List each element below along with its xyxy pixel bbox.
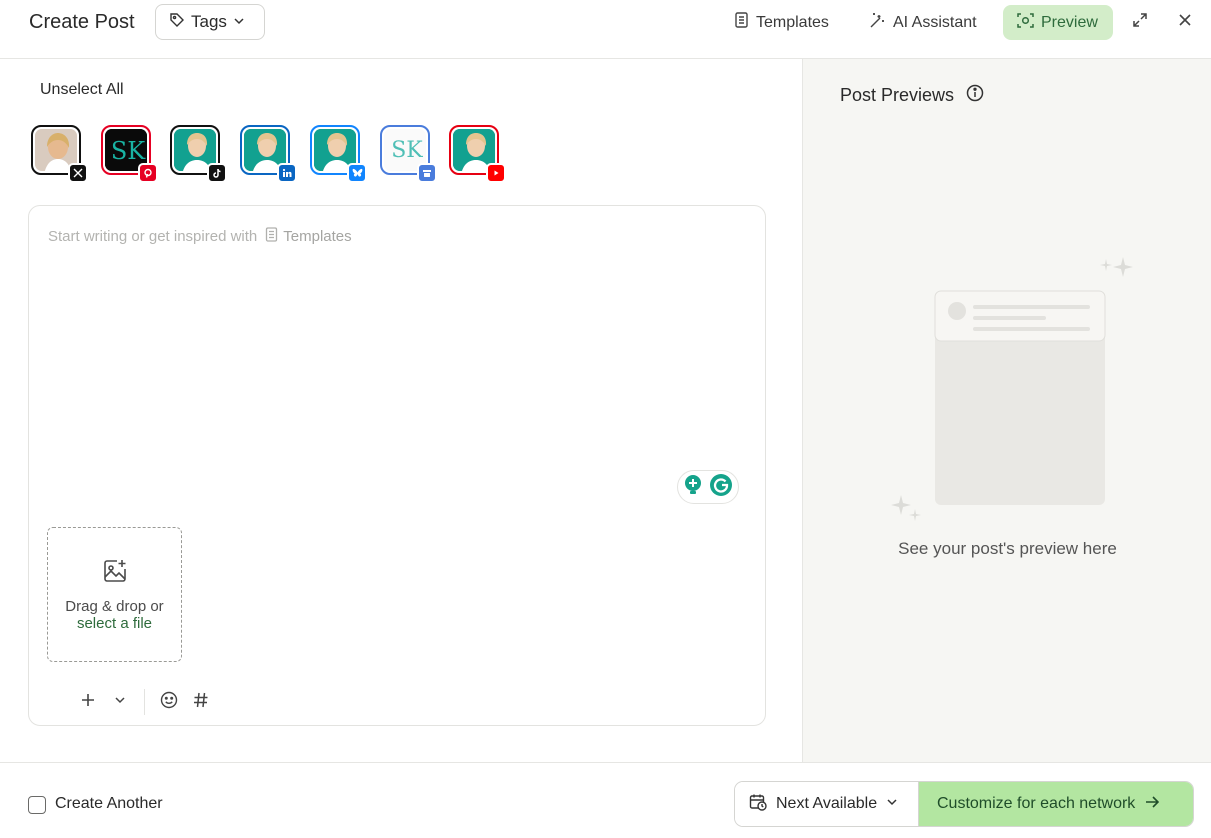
calendar-clock-icon	[749, 793, 767, 816]
placeholder-text: Start writing or get inspired with	[48, 228, 258, 245]
add-dropdown-button[interactable]	[108, 690, 132, 714]
tiktok-icon	[207, 163, 227, 183]
preview-empty-caption: See your post's preview here	[898, 539, 1117, 558]
composer-panel: Unselect All SK SK Start writing or get …	[0, 59, 802, 762]
x-icon	[68, 163, 88, 183]
account-avatar-youtube[interactable]	[449, 125, 506, 183]
dropzone-text: Drag & drop or	[65, 597, 164, 615]
emoji-icon	[160, 691, 178, 714]
expand-button[interactable]	[1129, 11, 1151, 33]
preview-button[interactable]: Preview	[1003, 5, 1113, 40]
toolbar-divider	[144, 689, 145, 715]
customize-label: Customize for each network	[937, 795, 1136, 812]
expand-icon	[1132, 12, 1148, 33]
document-icon	[734, 12, 749, 33]
bluesky-icon	[347, 163, 367, 183]
post-previews-header: Post Previews	[840, 84, 984, 107]
emoji-button[interactable]	[157, 690, 181, 714]
create-another-label[interactable]: Create Another	[55, 795, 163, 813]
preview-icon	[1017, 12, 1034, 34]
post-editor[interactable]: Start writing or get inspired with Templ…	[28, 205, 766, 726]
media-dropzone[interactable]: Drag & drop or select a file	[47, 527, 182, 662]
ai-assistant-label: AI Assistant	[893, 13, 977, 31]
templates-button[interactable]: Templates	[734, 5, 829, 40]
info-icon[interactable]	[966, 84, 984, 107]
templates-link[interactable]: Templates	[265, 227, 352, 246]
unselect-all-button[interactable]: Unselect All	[40, 81, 124, 99]
svg-text:SK: SK	[111, 137, 146, 165]
plus-icon	[81, 693, 95, 712]
google-business-icon	[417, 163, 437, 183]
account-avatar-pinterest[interactable]: SK	[101, 125, 158, 183]
chevron-down-icon	[114, 693, 126, 711]
youtube-icon	[486, 163, 506, 183]
tag-icon	[169, 12, 185, 33]
header: Create Post Tags Templates AI Assistant …	[0, 0, 1211, 59]
linkedin-icon	[277, 163, 297, 183]
footer: Create Another Next Available Customize …	[0, 762, 1211, 838]
pinterest-icon	[138, 163, 158, 183]
page-title: Create Post	[29, 11, 135, 33]
close-icon	[1178, 13, 1192, 32]
svg-text:SK: SK	[391, 138, 423, 163]
post-previews-title: Post Previews	[840, 85, 955, 105]
editor-toolbar	[76, 688, 221, 716]
next-available-dropdown[interactable]: Next Available	[735, 782, 919, 826]
grammarly-widget[interactable]	[677, 470, 739, 504]
ai-assistant-button[interactable]: AI Assistant	[869, 5, 977, 40]
editor-placeholder: Start writing or get inspired with Templ…	[48, 227, 352, 246]
hashtag-button[interactable]	[189, 690, 213, 714]
tags-label: Tags	[191, 12, 227, 31]
preview-label: Preview	[1041, 13, 1098, 31]
create-another-checkbox[interactable]	[28, 796, 46, 814]
post-previews-panel: Post Previews See your post's preview he…	[802, 59, 1211, 762]
tags-button[interactable]: Tags	[155, 4, 265, 40]
next-available-label: Next Available	[776, 795, 878, 812]
templates-label: Templates	[756, 13, 829, 31]
grammarly-icon	[709, 473, 733, 502]
add-image-icon	[102, 558, 128, 588]
hashtag-icon	[193, 692, 209, 713]
account-avatar-tiktok[interactable]	[170, 125, 227, 183]
arrow-right-icon	[1145, 795, 1160, 814]
publish-controls: Next Available Customize for each networ…	[734, 781, 1194, 827]
customize-for-each-network-button[interactable]: Customize for each network	[919, 782, 1193, 826]
add-button[interactable]	[76, 690, 100, 714]
select-file-link[interactable]: select a file	[77, 615, 152, 632]
account-avatar-google-business[interactable]: SK	[380, 125, 437, 183]
account-avatar-bluesky[interactable]	[310, 125, 367, 183]
chevron-down-icon	[233, 12, 245, 32]
templates-link-label: Templates	[283, 228, 352, 245]
account-avatar-linkedin[interactable]	[240, 125, 297, 183]
magic-wand-icon	[869, 12, 886, 34]
chevron-down-icon	[886, 795, 898, 813]
document-icon	[265, 227, 278, 246]
lightbulb-icon	[683, 474, 703, 501]
close-button[interactable]	[1174, 11, 1196, 33]
preview-placeholder-illustration	[891, 257, 1141, 527]
account-avatar-x[interactable]	[31, 125, 88, 183]
